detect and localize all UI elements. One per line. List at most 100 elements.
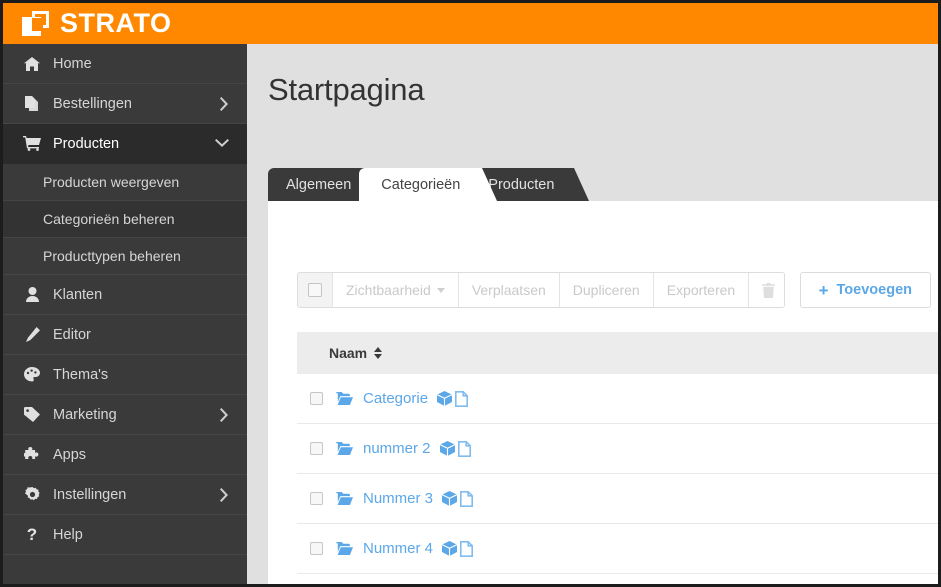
product-cube-icon[interactable] — [439, 441, 455, 456]
row-checkbox[interactable] — [310, 442, 323, 455]
sidebar-item-label: Marketing — [53, 406, 117, 423]
brand-name: STRATO — [60, 8, 172, 38]
tab-algemeen[interactable]: Algemeen — [268, 168, 387, 201]
row-action-icons — [442, 490, 474, 507]
palette-icon — [19, 367, 45, 382]
duplicate-label: Dupliceren — [572, 282, 640, 298]
sidebar-item-home[interactable]: Home — [3, 44, 247, 84]
table-toolbar: Zichtbaarheid Verplaatsen Dupliceren Exp… — [297, 272, 931, 308]
chevron-right-icon — [220, 475, 229, 514]
visibility-button[interactable]: Zichtbaarheid — [333, 273, 459, 307]
open-folder-icon — [336, 542, 353, 555]
sidebar-item-label: Instellingen — [53, 486, 127, 503]
row-name-link[interactable]: Categorie — [363, 390, 428, 407]
tag-icon — [19, 407, 45, 422]
sidebar-item-marketing[interactable]: Marketing — [3, 395, 247, 435]
sidebar-item-instellingen[interactable]: Instellingen — [3, 475, 247, 515]
top-bar: STRATO — [3, 3, 938, 44]
sidebar-item-themas[interactable]: Thema's — [3, 355, 247, 395]
sidebar-item-bestellingen[interactable]: Bestellingen — [3, 84, 247, 124]
row-name-link[interactable]: Nummer 3 — [363, 490, 433, 507]
row-name-link[interactable]: nummer 2 — [363, 440, 431, 457]
sidebar-item-editor[interactable]: Editor — [3, 315, 247, 355]
table-header-row: Naam — [297, 332, 938, 374]
toolbar-button-group: Zichtbaarheid Verplaatsen Dupliceren Exp… — [297, 272, 785, 308]
product-cube-icon[interactable] — [442, 541, 458, 556]
home-icon — [19, 56, 45, 71]
row-checkbox[interactable] — [310, 492, 323, 505]
sidebar-item-label: Producten — [53, 135, 120, 152]
open-folder-icon — [336, 392, 353, 405]
chevron-right-icon — [220, 395, 229, 434]
column-header-naam[interactable]: Naam — [329, 345, 367, 361]
table-row[interactable]: Nummer 3 — [297, 474, 938, 524]
sidebar-item-label: Bestellingen — [53, 95, 132, 112]
sidebar-item-label: Klanten — [53, 286, 103, 303]
sidebar-subitem-label: Producten weergeven — [43, 174, 180, 190]
sidebar-item-apps[interactable]: Apps — [3, 435, 247, 475]
pencil-icon — [19, 327, 45, 342]
select-all-checkbox[interactable] — [298, 273, 333, 307]
row-name-link[interactable]: Nummer 4 — [363, 540, 433, 557]
export-label: Exporteren — [666, 282, 736, 298]
user-icon — [19, 287, 45, 302]
app-window: STRATO Home Bestellingen Producten Produ… — [0, 0, 941, 587]
sidebar-subitem-label: Categorieën beheren — [43, 211, 175, 227]
sidebar: Home Bestellingen Producten Producten we… — [3, 44, 247, 584]
row-checkbox[interactable] — [310, 542, 323, 555]
sidebar-subitem-categorieen-beheren[interactable]: Categorieën beheren — [3, 201, 247, 238]
checkbox-box — [308, 283, 322, 297]
gear-icon — [19, 487, 45, 502]
page-document-icon[interactable] — [460, 540, 474, 557]
product-cube-icon[interactable] — [437, 391, 453, 406]
row-action-icons — [442, 540, 474, 557]
plus-icon: + — [818, 280, 829, 300]
tab-label: Algemeen — [286, 176, 352, 193]
add-button[interactable]: + Toevoegen — [799, 272, 931, 308]
table-row[interactable]: Categorie — [297, 374, 938, 424]
puzzle-piece-icon — [19, 447, 45, 462]
shopping-cart-icon — [19, 136, 45, 151]
product-cube-icon[interactable] — [442, 491, 458, 506]
sidebar-subitem-label: Producttypen beheren — [43, 248, 181, 264]
tab-label: Producten — [488, 176, 555, 193]
chevron-right-icon — [220, 84, 229, 123]
chevron-down-icon — [436, 287, 445, 293]
page-document-icon[interactable] — [455, 390, 469, 407]
row-action-icons — [439, 440, 471, 457]
sidebar-item-producten[interactable]: Producten — [3, 124, 247, 164]
table-row[interactable]: Nummer 4 — [297, 524, 938, 574]
sort-updown-icon[interactable] — [374, 347, 383, 359]
sidebar-subitem-producttypen-beheren[interactable]: Producttypen beheren — [3, 238, 247, 275]
main-content: Startpagina Algemeen Categorieën Product… — [247, 44, 938, 584]
export-button[interactable]: Exporteren — [653, 273, 750, 307]
duplicate-button[interactable]: Dupliceren — [559, 273, 654, 307]
row-action-icons — [437, 390, 469, 407]
move-label: Verplaatsen — [471, 282, 546, 298]
table-row[interactable]: Nummer 5 — [297, 574, 938, 584]
delete-button[interactable] — [749, 273, 784, 307]
sidebar-item-label: Help — [53, 526, 83, 543]
visibility-label: Zichtbaarheid — [346, 282, 431, 298]
page-document-icon[interactable] — [457, 440, 471, 457]
move-button[interactable]: Verplaatsen — [458, 273, 560, 307]
table-row[interactable]: nummer 2 — [297, 424, 938, 474]
orders-document-icon — [19, 96, 45, 111]
sidebar-subitem-producten-weergeven[interactable]: Producten weergeven — [3, 164, 247, 201]
row-checkbox[interactable] — [310, 392, 323, 405]
strato-squares-logo-icon — [22, 10, 52, 37]
sidebar-item-help[interactable]: ? Help — [3, 515, 247, 555]
sidebar-item-label: Apps — [53, 446, 87, 463]
chevron-down-icon — [215, 124, 229, 163]
sidebar-item-klanten[interactable]: Klanten — [3, 275, 247, 315]
open-folder-icon — [336, 442, 353, 455]
sidebar-item-label: Thema's — [53, 366, 109, 383]
tab-label: Categorieën — [381, 176, 461, 193]
open-folder-icon — [336, 492, 353, 505]
brand-logo[interactable]: STRATO — [22, 8, 172, 39]
tab-bar: Algemeen Categorieën Producten — [268, 168, 590, 201]
tab-categorieen[interactable]: Categorieën — [359, 168, 498, 201]
sidebar-item-label: Editor — [53, 326, 91, 343]
trash-icon — [762, 282, 776, 298]
page-document-icon[interactable] — [460, 490, 474, 507]
